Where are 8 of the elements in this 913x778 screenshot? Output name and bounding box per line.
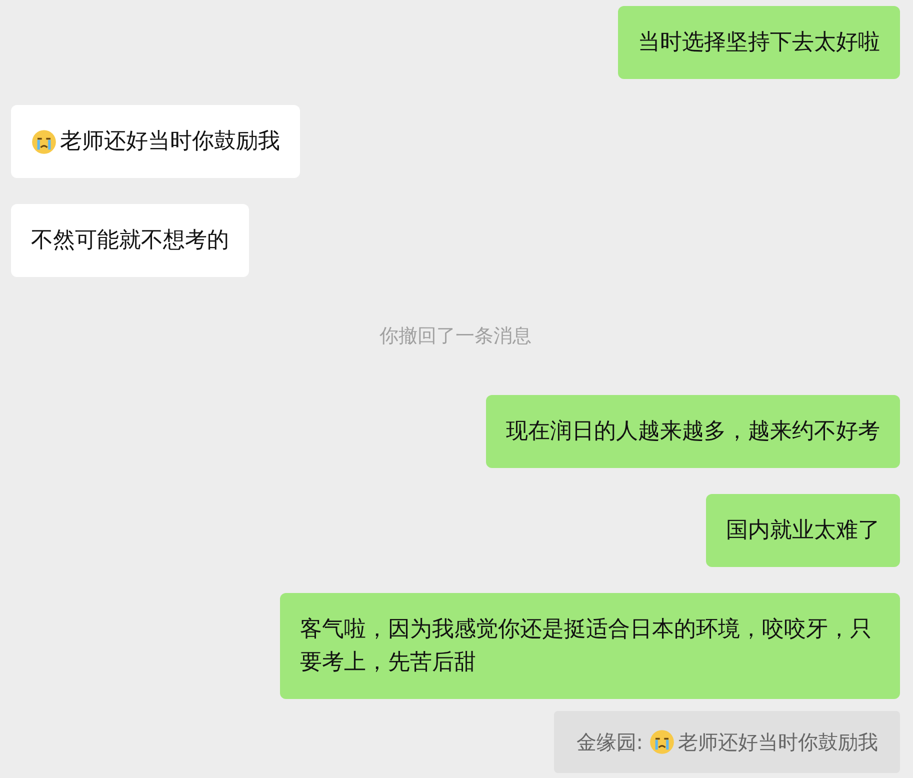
message-bubble: 客气啦，因为我感觉你还是挺适合日本的环境，咬咬牙，只要考上，先苦后甜 xyxy=(280,593,900,699)
message-bubble: 不然可能就不想考的 xyxy=(11,204,249,277)
message-bubble: 老师还好当时你鼓励我 xyxy=(11,105,300,178)
quoted-message: 金缘园: 老师还好当时你鼓励我 xyxy=(554,711,900,773)
message-bubble: 现在润日的人越来越多，越来约不好考 xyxy=(486,395,900,468)
message-bubble: 当时选择坚持下去太好啦 xyxy=(618,6,900,79)
message-bubble: 国内就业太难了 xyxy=(706,494,900,567)
system-notice: 你撤回了一条消息 xyxy=(380,324,532,349)
